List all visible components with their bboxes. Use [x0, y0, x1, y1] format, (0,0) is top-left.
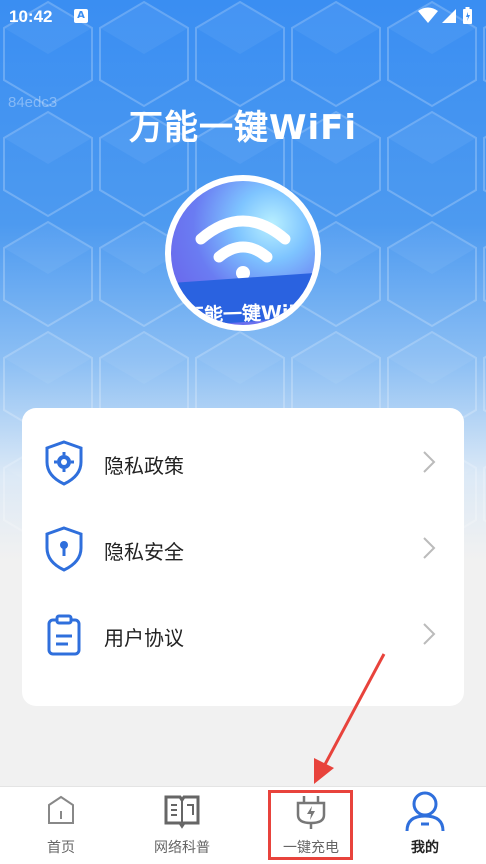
menu-item-label: 隐私安全: [104, 540, 184, 564]
chevron-right-icon: [423, 451, 436, 473]
tab-label: 一键充电: [283, 840, 339, 856]
home-icon: [48, 795, 74, 824]
clipboard-icon: [47, 614, 81, 656]
charger-plug-icon: [296, 796, 326, 829]
status-icons: [418, 7, 472, 24]
shield-gear-icon: [45, 440, 83, 486]
settings-card: 隐私政策 隐私安全 用户协议: [22, 408, 464, 706]
tab-label: 我的: [411, 840, 439, 856]
menu-item-label: 用户协议: [104, 626, 184, 650]
tab-label: 首页: [47, 840, 75, 856]
tab-one-click-charge[interactable]: 一键充电: [266, 787, 356, 864]
book-icon: [164, 795, 200, 829]
menu-item-privacy-policy[interactable]: 隐私政策: [22, 420, 464, 506]
app-title: 万能一键WiFi: [128, 108, 358, 148]
menu-item-label: 隐私政策: [104, 454, 184, 478]
status-bar: 10:42 A: [0, 0, 486, 34]
wifi-status-icon: [418, 7, 438, 23]
cell-signal-icon: [442, 9, 456, 23]
menu-item-privacy-security[interactable]: 隐私安全: [22, 506, 464, 592]
battery-icon: [463, 7, 472, 24]
tab-home[interactable]: 首页: [16, 787, 106, 864]
chevron-right-icon: [423, 537, 436, 559]
chevron-right-icon: [423, 623, 436, 645]
user-icon: [405, 791, 445, 832]
app-logo: 万能一键WiFi: [165, 175, 321, 331]
notification-icon: A: [74, 9, 88, 23]
shield-lock-icon: [45, 526, 83, 572]
status-time: 10:42: [9, 7, 53, 26]
tab-network-science[interactable]: 网络科普: [137, 787, 227, 864]
logo-circle: 万能一键WiFi: [171, 181, 315, 325]
tab-mine[interactable]: 我的: [380, 787, 470, 864]
bottom-tab-bar: 首页 网络科普 一键充电 我的: [0, 786, 486, 864]
menu-item-user-agreement[interactable]: 用户协议: [22, 592, 464, 678]
logo-text: 万能一键WiFi: [184, 300, 309, 325]
tab-label: 网络科普: [154, 840, 210, 856]
